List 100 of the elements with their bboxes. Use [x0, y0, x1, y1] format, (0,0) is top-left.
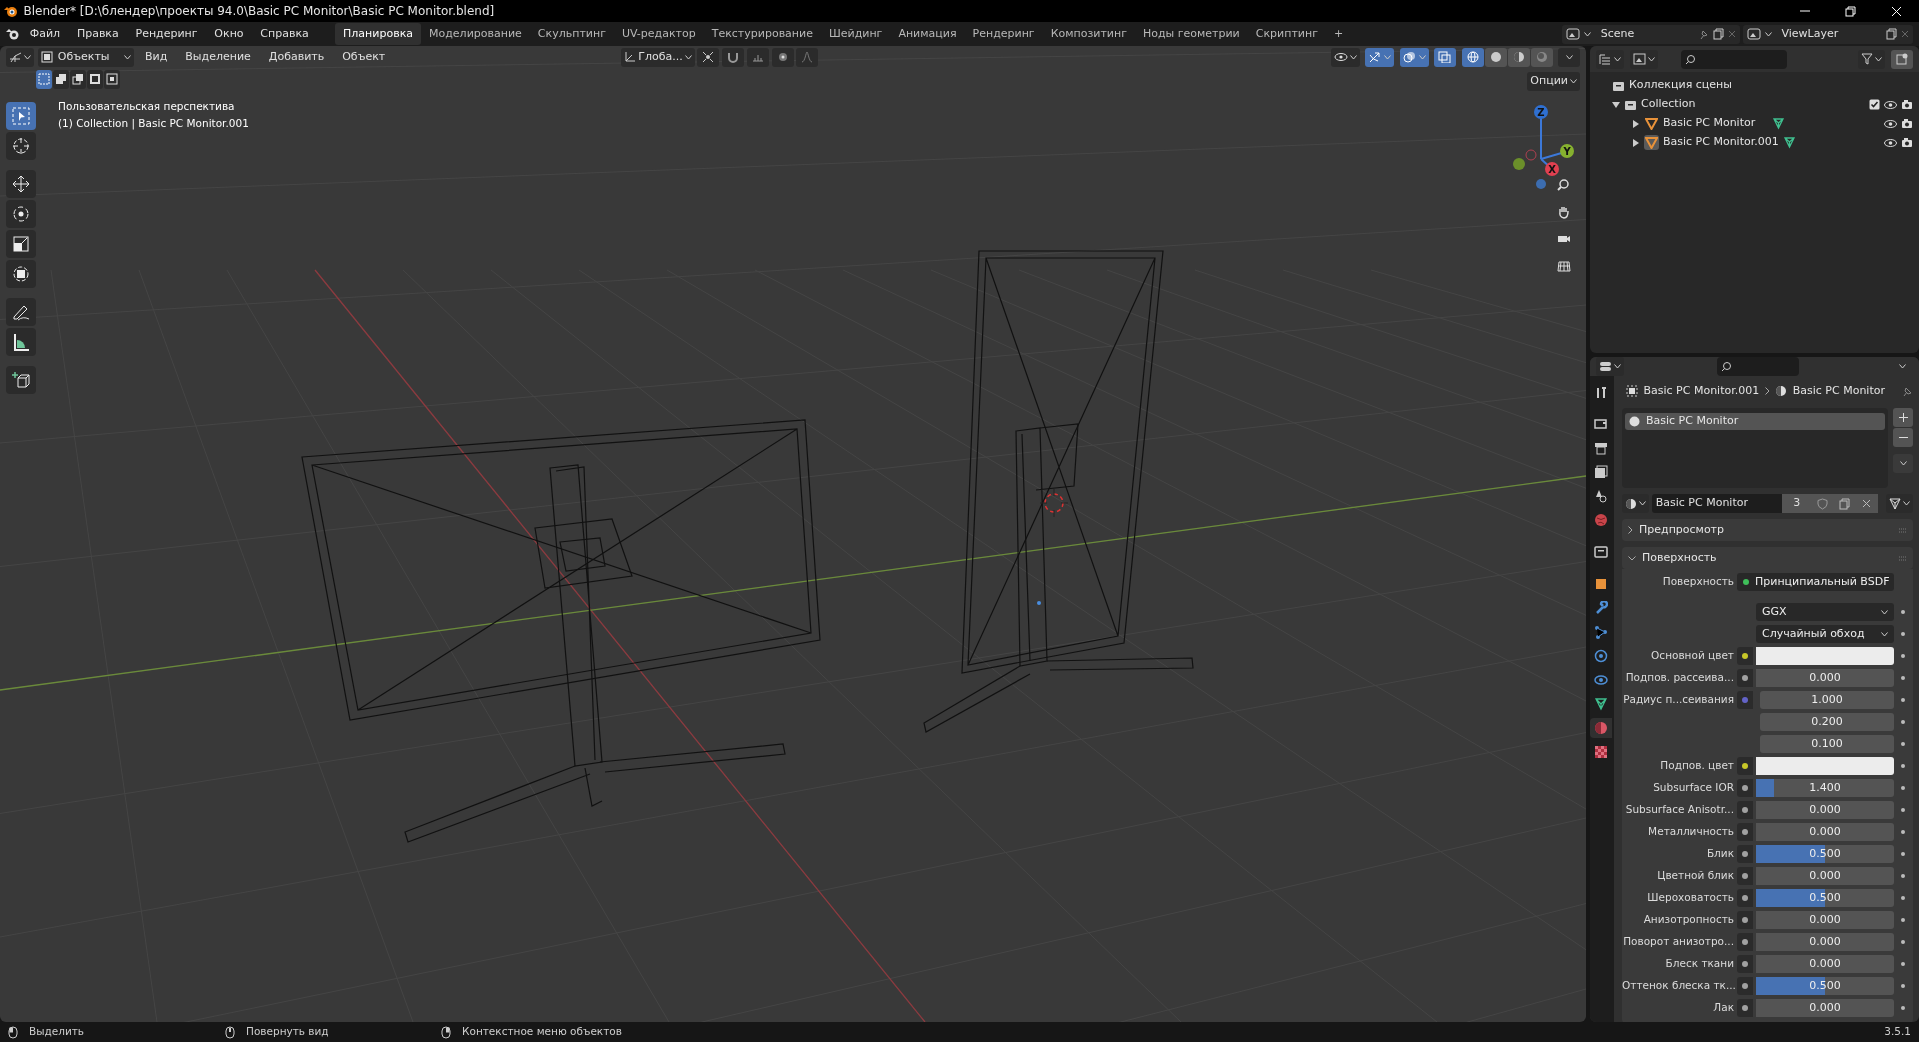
falloff-icon[interactable]: [801, 51, 814, 63]
menu-item[interactable]: Правка: [69, 23, 126, 45]
checkbox-checked-icon[interactable]: [1869, 99, 1880, 110]
filter-icon[interactable]: [1861, 53, 1873, 65]
proportional-icon[interactable]: [776, 51, 789, 63]
workspace-tab[interactable]: UV-редактор: [613, 22, 704, 46]
number-slider[interactable]: 0.000: [1756, 867, 1894, 885]
number-slider[interactable]: 0.500: [1756, 845, 1894, 863]
workspace-tab[interactable]: Скриптинг: [1247, 22, 1326, 46]
keyframe-dot-icon[interactable]: [1901, 984, 1905, 988]
mesh-data-icon[interactable]: [1782, 136, 1796, 149]
keyframe-dot-icon[interactable]: [1901, 742, 1905, 746]
menu-item[interactable]: Справка: [253, 23, 316, 45]
collection-icon[interactable]: [1594, 545, 1608, 559]
dropdown[interactable]: GGX: [1756, 603, 1894, 621]
display-mode-icon[interactable]: [1633, 53, 1646, 65]
menu-item[interactable]: Окно: [207, 23, 251, 45]
socket-icon[interactable]: [1742, 697, 1748, 703]
mesh-triangle-icon[interactable]: [1594, 697, 1608, 711]
camera-icon[interactable]: [1901, 118, 1913, 129]
camera-icon[interactable]: [1901, 99, 1913, 110]
number-slider[interactable]: 0.000: [1756, 933, 1894, 951]
socket-icon[interactable]: [1742, 653, 1748, 659]
axis-gizmo-drawing[interactable]: Z Y X: [1513, 105, 1574, 189]
keyframe-dot-icon[interactable]: [1901, 918, 1905, 922]
pivot-icon[interactable]: [702, 51, 715, 63]
expanded-arrow-icon[interactable]: [1612, 100, 1620, 109]
material-name-field[interactable]: Basic PC Monitor: [1651, 494, 1782, 513]
keyframe-dot-icon[interactable]: [1901, 896, 1905, 900]
ruler-icon[interactable]: [11, 332, 31, 352]
number-slider[interactable]: 0.500: [1756, 889, 1894, 907]
collapsed-arrow-icon[interactable]: [1632, 119, 1640, 128]
workspace-tab[interactable]: Моделирование: [421, 22, 530, 46]
xray-squares-icon[interactable]: [1438, 51, 1452, 63]
object-mesh-icon[interactable]: [1644, 135, 1659, 150]
copy-icon[interactable]: [1839, 497, 1851, 510]
solid-sphere-icon[interactable]: [1489, 51, 1502, 63]
overlay-circles-icon[interactable]: [1402, 51, 1417, 63]
intersect-select-icon[interactable]: [106, 73, 118, 85]
number-slider[interactable]: 0.000: [1756, 669, 1894, 687]
printer-icon[interactable]: [1594, 441, 1608, 455]
search-field[interactable]: [1680, 49, 1787, 69]
number-field[interactable]: 0.200: [1760, 713, 1894, 731]
socket-icon[interactable]: [1742, 873, 1748, 879]
dropdown[interactable]: Случайный обход: [1756, 625, 1894, 643]
workspace-tab[interactable]: Текстурирование: [703, 22, 821, 46]
scene-selector[interactable]: Scene: [1562, 24, 1741, 44]
camera-icon[interactable]: [1901, 137, 1913, 148]
menu-item[interactable]: Объект: [335, 46, 393, 68]
menu-item[interactable]: Добавить: [261, 46, 332, 68]
socket-icon[interactable]: [1742, 763, 1748, 769]
shader-field[interactable]: Принципиальный BSDF: [1737, 573, 1894, 591]
grid-icon[interactable]: [1557, 259, 1571, 273]
plus-icon[interactable]: [1898, 413, 1908, 422]
outliner-item[interactable]: Collection: [1641, 96, 1865, 113]
menu-item[interactable]: Вид: [138, 46, 175, 68]
outliner-item[interactable]: Basic PC Monitor.001: [1663, 134, 1779, 151]
material-slot[interactable]: Basic PC Monitor: [1625, 413, 1885, 430]
eye-icon[interactable]: [1884, 118, 1897, 129]
keyframe-dot-icon[interactable]: [1901, 786, 1905, 790]
pin-icon[interactable]: [1902, 385, 1913, 397]
workspace-tab[interactable]: Анимация: [890, 22, 965, 46]
material-icon[interactable]: [1625, 497, 1637, 510]
eye-icon[interactable]: [1884, 137, 1897, 148]
new-collection-icon[interactable]: [1896, 53, 1908, 65]
blender-logo-icon[interactable]: [6, 28, 20, 40]
color-swatch[interactable]: [1756, 647, 1894, 665]
select-box-icon[interactable]: [11, 106, 31, 126]
keyframe-dot-icon[interactable]: [1901, 610, 1905, 614]
keyframe-dot-icon[interactable]: [1901, 720, 1905, 724]
number-slider[interactable]: 0.000: [1756, 955, 1894, 973]
constraint-icon[interactable]: [1594, 673, 1608, 687]
outliner-item[interactable]: Коллекция сцены: [1629, 77, 1732, 94]
outliner-editor-icon[interactable]: [1599, 53, 1612, 65]
copy-icon[interactable]: [1886, 28, 1897, 40]
properties-editor-icon[interactable]: [1599, 361, 1612, 372]
keyframe-dot-icon[interactable]: [1901, 698, 1905, 702]
mode-dropdown[interactable]: Объекты: [38, 47, 134, 67]
workspace-tab[interactable]: Скульптинг: [529, 22, 614, 46]
particles-icon[interactable]: [1594, 625, 1608, 639]
pin-icon[interactable]: [1699, 28, 1710, 40]
keyframe-dot-icon[interactable]: [1901, 676, 1905, 680]
search-field[interactable]: [1716, 357, 1799, 376]
keyframe-dot-icon[interactable]: [1901, 632, 1905, 636]
mesh-data-icon[interactable]: [1772, 117, 1785, 130]
material-sphere-icon[interactable]: [1512, 51, 1525, 63]
scale-icon[interactable]: [11, 234, 31, 254]
globe-icon[interactable]: [1594, 513, 1608, 527]
keyframe-dot-icon[interactable]: [1901, 830, 1905, 834]
keyframe-dot-icon[interactable]: [1901, 940, 1905, 944]
keyframe-dot-icon[interactable]: [1901, 874, 1905, 878]
object-mesh-icon[interactable]: [1644, 116, 1659, 131]
socket-icon[interactable]: [1742, 983, 1748, 989]
keyframe-dot-icon[interactable]: [1901, 852, 1905, 856]
workspace-tab[interactable]: Ноды геометрии: [1134, 22, 1248, 46]
orbit-icon[interactable]: [1594, 649, 1608, 663]
arrows-icon[interactable]: [1368, 51, 1382, 63]
rotate-icon[interactable]: [11, 204, 31, 224]
checker-icon[interactable]: [1594, 745, 1608, 759]
number-slider[interactable]: 0.000: [1756, 823, 1894, 841]
